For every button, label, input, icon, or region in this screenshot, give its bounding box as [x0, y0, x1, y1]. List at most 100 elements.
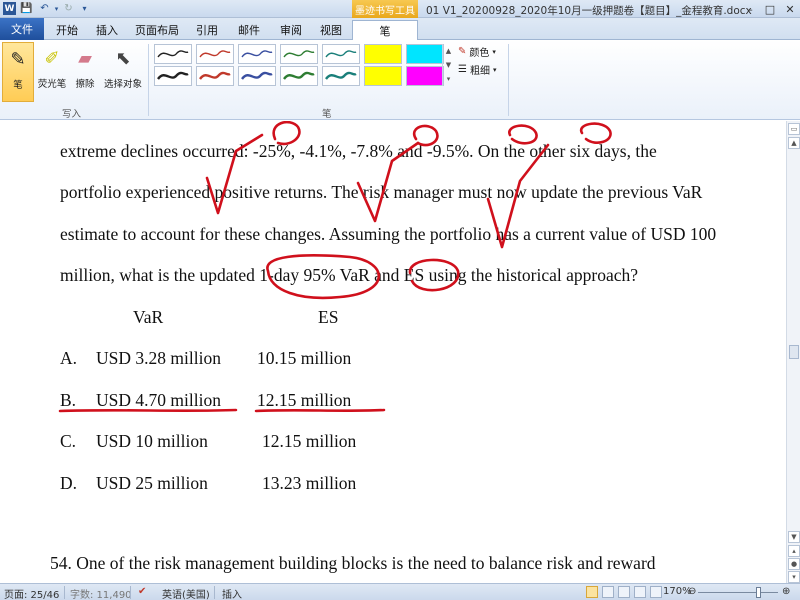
tab-home[interactable]: 开始 — [50, 20, 84, 39]
scroll-thumb[interactable] — [789, 345, 799, 359]
word-app-icon[interactable]: W — [3, 2, 16, 15]
ink-annotations — [58, 121, 612, 413]
window-title: 01 V1_20200928_2020年10月一级押题卷【题目】_金程教育.do… — [426, 5, 752, 17]
pen-icon: ✎ — [10, 48, 26, 70]
ribbon: ✎ 笔 ✐ 荧光笔 ▰ 擦除 ⬉ 选择对象 写入 ▲ ▼ ▾ 笔 ✎ 颜色 ▾ … — [0, 40, 800, 120]
tab-mailings[interactable]: 邮件 — [232, 20, 266, 39]
maximize-button[interactable]: □ — [760, 0, 780, 18]
next-page-icon[interactable]: ▾ — [788, 571, 800, 583]
zoom-out-icon[interactable]: ⊖ — [688, 586, 696, 597]
gallery-down-icon[interactable]: ▼ — [446, 61, 451, 69]
customize-qat-icon[interactable]: ▾ — [78, 2, 91, 15]
ink-circle — [508, 124, 538, 145]
status-divider — [130, 586, 131, 599]
zoom-in-icon[interactable]: ⊕ — [782, 586, 790, 597]
group-label-pens: 笔 — [322, 109, 332, 120]
pen-swatch[interactable] — [154, 44, 192, 64]
pen-swatch[interactable] — [238, 66, 276, 86]
minimize-button[interactable]: – — [740, 0, 760, 18]
pen-thickness-label: 粗细 — [469, 66, 490, 77]
status-divider — [64, 586, 65, 599]
tab-references[interactable]: 引用 — [190, 20, 224, 39]
save-icon[interactable]: 💾 — [20, 2, 33, 15]
web-layout-view-icon[interactable] — [618, 586, 630, 598]
close-button[interactable]: ✕ — [780, 0, 800, 18]
group-label-write: 写入 — [62, 109, 82, 120]
proofing-icon[interactable]: ✔ — [138, 586, 146, 597]
group-separator — [508, 44, 509, 116]
prev-page-icon[interactable]: ▴ — [788, 545, 800, 557]
select-browse-object-icon[interactable]: ● — [788, 558, 800, 570]
draft-view-icon[interactable] — [650, 586, 662, 598]
word-count[interactable]: 字数: 11,490 — [70, 586, 132, 600]
pen-color-icon: ✎ — [458, 46, 467, 57]
pen-swatch[interactable] — [154, 66, 192, 86]
ink-checkmark — [205, 133, 264, 215]
group-separator — [148, 44, 149, 116]
tab-page-layout[interactable]: 页面布局 — [132, 20, 182, 39]
outline-view-icon[interactable] — [634, 586, 646, 598]
insert-mode-indicator[interactable]: 插入 — [222, 586, 242, 600]
ink-underline — [254, 408, 386, 413]
ink-checkmark — [356, 141, 420, 223]
thickness-icon: ☰ — [458, 64, 467, 75]
pen-thickness-dropdown[interactable]: ☰ 粗细 ▾ — [458, 62, 496, 77]
pen-color-dropdown[interactable]: ✎ 颜色 ▾ — [458, 44, 496, 59]
ink-tools-context-tab: 墨迹书写工具 — [352, 0, 418, 18]
eraser-icon: ▰ — [78, 47, 92, 69]
highlighter-swatch[interactable] — [364, 66, 402, 86]
language-indicator[interactable]: 英语(美国) — [162, 586, 210, 600]
zoom-slider[interactable] — [698, 592, 778, 593]
select-objects-button[interactable]: ⬉ 选择对象 — [102, 42, 144, 102]
page-indicator[interactable]: 页面: 25/46 — [4, 586, 59, 600]
eraser-button-label: 擦除 — [75, 79, 95, 90]
scroll-up-icon[interactable]: ▲ — [788, 137, 800, 149]
print-layout-view-icon[interactable] — [586, 586, 598, 598]
ink-circle — [412, 124, 439, 147]
highlighter-button[interactable]: ✐ 荧光笔 — [36, 42, 68, 102]
chevron-down-icon: ▾ — [492, 65, 497, 74]
pen-button[interactable]: ✎ 笔 — [2, 42, 34, 102]
ink-circle — [408, 258, 460, 292]
highlighter-button-label: 荧光笔 — [37, 79, 67, 90]
zoom-slider-thumb[interactable] — [756, 587, 761, 598]
tab-pen[interactable]: 笔 — [352, 20, 418, 41]
pen-gallery-scroll[interactable]: ▲ ▼ ▾ — [442, 44, 454, 86]
select-cursor-icon: ⬉ — [115, 47, 131, 69]
chevron-down-icon: ▾ — [492, 47, 496, 56]
select-objects-label: 选择对象 — [103, 79, 142, 90]
pen-swatch[interactable] — [196, 66, 234, 86]
ink-circle — [266, 254, 381, 300]
tab-insert[interactable]: 插入 — [90, 20, 124, 39]
pen-color-label: 颜色 — [469, 48, 490, 59]
document-page[interactable]: extreme declines occurred: -25%, -4.1%, … — [0, 121, 786, 583]
pen-swatch[interactable] — [238, 44, 276, 64]
gallery-more-icon[interactable]: ▾ — [447, 75, 451, 83]
ink-checkmark — [486, 143, 550, 249]
redo-icon[interactable]: ↻ — [62, 2, 75, 15]
tab-review[interactable]: 审阅 — [274, 20, 308, 39]
gallery-up-icon[interactable]: ▲ — [446, 47, 451, 55]
ink-circle — [272, 121, 301, 146]
pen-swatch[interactable] — [322, 44, 360, 64]
status-divider — [214, 586, 215, 599]
ribbon-tabs: 文件 开始 插入 页面布局 引用 邮件 审阅 视图 笔 — [0, 18, 800, 41]
ink-circle — [579, 122, 612, 144]
highlighter-swatch[interactable] — [406, 66, 444, 86]
eraser-button[interactable]: ▰ 擦除 — [70, 42, 100, 102]
ruler-toggle-icon[interactable]: ▭ — [788, 123, 800, 135]
title-bar: W 💾 ↶ ▾ ↻ ▾ 墨迹书写工具 01 V1_20200928_2020年1… — [0, 0, 800, 18]
status-bar: 页面: 25/46 字数: 11,490 ✔ 英语(美国) 插入 170% ⊖ … — [0, 583, 800, 600]
pen-swatch[interactable] — [280, 44, 318, 64]
ink-underline — [58, 408, 238, 413]
full-screen-reading-view-icon[interactable] — [602, 586, 614, 598]
highlighter-swatch[interactable] — [406, 44, 444, 64]
scroll-down-icon[interactable]: ▼ — [788, 531, 800, 543]
pen-swatch[interactable] — [280, 66, 318, 86]
highlighter-swatch[interactable] — [364, 44, 402, 64]
pen-swatch[interactable] — [196, 44, 234, 64]
tab-file[interactable]: 文件 — [0, 18, 44, 40]
tab-view[interactable]: 视图 — [314, 20, 348, 39]
vertical-scrollbar[interactable]: ▭ ▲ ▼ ▴ ● ▾ — [786, 121, 800, 583]
pen-swatch[interactable] — [322, 66, 360, 86]
